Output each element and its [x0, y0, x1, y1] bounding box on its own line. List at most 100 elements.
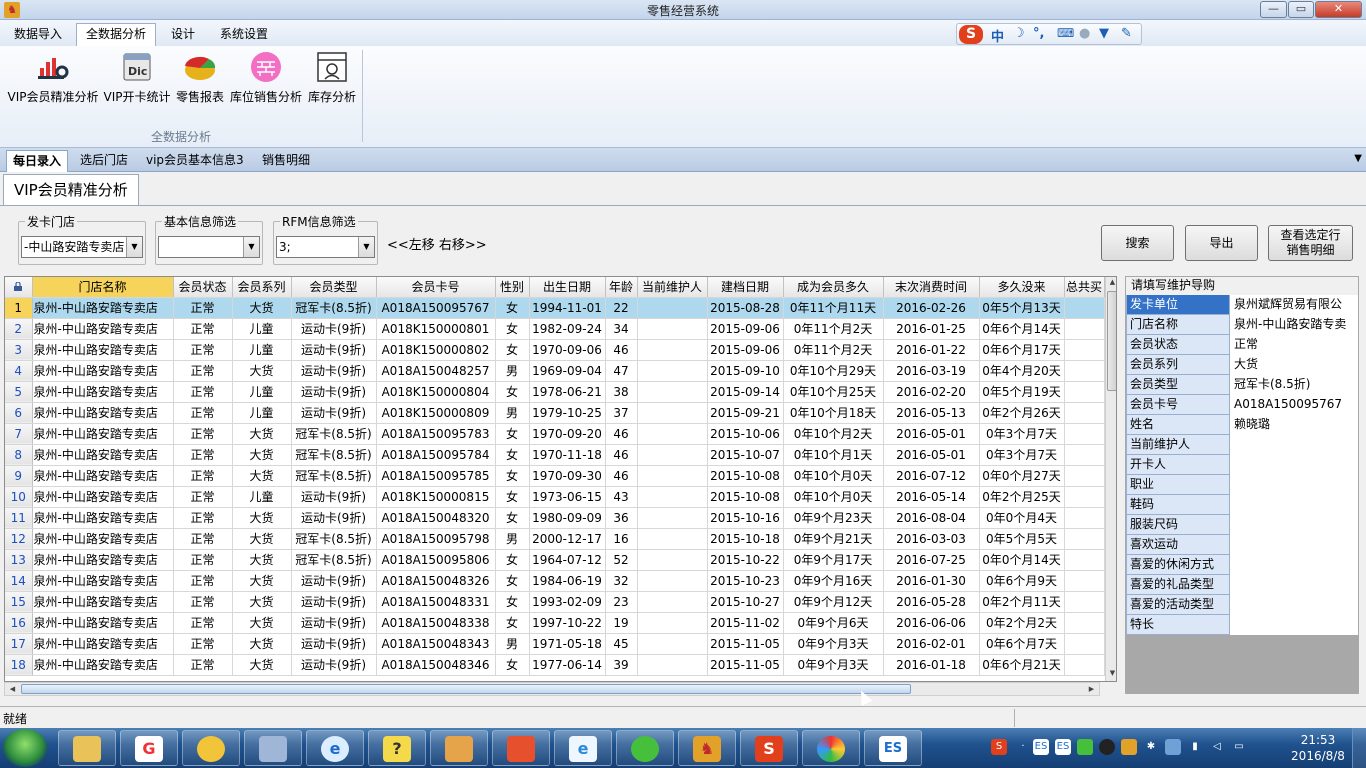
lock-icon[interactable] [5, 277, 33, 298]
table-cell[interactable] [1064, 654, 1105, 676]
table-cell[interactable] [637, 360, 708, 382]
location-sales-analysis-button[interactable]: 库位销售分析 [228, 50, 304, 110]
table-cell[interactable] [637, 528, 708, 550]
table-cell[interactable]: 0年6个月7天 [979, 633, 1065, 655]
table-cell[interactable]: 2016-01-22 [883, 339, 980, 361]
table-cell[interactable]: 冠军卡(8.5折) [291, 423, 377, 445]
table-cell[interactable]: 2015-10-07 [707, 444, 784, 466]
table-cell[interactable] [637, 591, 708, 613]
table-cell[interactable]: 19 [605, 612, 638, 634]
table-cell[interactable]: 冠军卡(8.5折) [291, 549, 377, 571]
property-row[interactable]: 姓名 赖晓璐 [1126, 415, 1358, 435]
table-cell[interactable]: 52 [605, 549, 638, 571]
table-cell[interactable]: 2016-02-01 [883, 633, 980, 655]
table-cell[interactable]: 2016-07-25 [883, 549, 980, 571]
table-cell[interactable]: 1977-06-14 [529, 654, 606, 676]
table-cell[interactable]: 0年9个月6天 [783, 612, 884, 634]
tab-selected-stores[interactable]: 选后门店 [74, 150, 134, 172]
table-cell[interactable] [1064, 528, 1105, 550]
col-header-total[interactable]: 总共买 [1064, 277, 1105, 298]
table-cell[interactable]: 女 [495, 507, 530, 529]
table-cell[interactable]: 0年11个月2天 [783, 318, 884, 340]
tray-network-icon[interactable]: ▭ [1231, 739, 1247, 755]
view-sales-detail-button[interactable]: 查看选定行 销售明细 [1268, 225, 1353, 261]
table-cell[interactable]: 0年9个月3天 [783, 633, 884, 655]
table-cell[interactable] [637, 486, 708, 508]
table-cell[interactable]: 2015-10-16 [707, 507, 784, 529]
table-cell[interactable]: 1969-09-04 [529, 360, 606, 382]
property-value[interactable]: A018A150095767 [1230, 395, 1358, 415]
user-icon[interactable]: ● [1079, 26, 1090, 41]
menu-full-analysis[interactable]: 全数据分析 [76, 23, 156, 46]
table-row[interactable]: 4 泉州-中山路安踏专卖店 正常 大货 运动卡(9折) A018A150048257 男 19… [5, 360, 1105, 382]
table-cell[interactable]: 46 [605, 423, 638, 445]
table-cell[interactable]: 正常 [173, 339, 233, 361]
table-cell[interactable]: 0年10个月25天 [783, 381, 884, 403]
table-cell[interactable]: 2016-06-06 [883, 612, 980, 634]
property-value[interactable] [1230, 455, 1358, 475]
rfm-filter-select[interactable]: 3; ▼ [276, 236, 375, 258]
table-cell[interactable]: 2015-11-05 [707, 654, 784, 676]
tray-dot-icon[interactable]: · [1015, 739, 1031, 755]
vip-precision-analysis-button[interactable]: VIP会员精准分析 [6, 50, 100, 110]
tab-sales-detail[interactable]: 销售明细 [256, 150, 316, 172]
property-row[interactable]: 喜爱的礼品类型 [1126, 575, 1358, 595]
taskbar-chrome[interactable] [802, 730, 860, 766]
col-header-series[interactable]: 会员系列 [232, 277, 292, 298]
table-cell[interactable]: 正常 [173, 297, 233, 319]
table-cell[interactable]: 2016-05-28 [883, 591, 980, 613]
chevron-down-icon[interactable]: ▼ [358, 237, 374, 257]
table-cell[interactable]: 2015-09-21 [707, 402, 784, 424]
table-cell[interactable]: A018A150095785 [376, 465, 496, 487]
property-row[interactable]: 职业 [1126, 475, 1358, 495]
table-cell[interactable]: 女 [495, 570, 530, 592]
table-cell[interactable]: 2016-05-14 [883, 486, 980, 508]
table-cell[interactable]: 大货 [232, 549, 292, 571]
taskbar-sogou[interactable]: S [740, 730, 798, 766]
table-cell[interactable]: 大货 [232, 465, 292, 487]
table-cell[interactable]: 47 [605, 360, 638, 382]
table-row[interactable]: 2 泉州-中山路安踏专卖店 正常 儿童 运动卡(9折) A018K150000801 女 19… [5, 318, 1105, 340]
property-value[interactable]: 冠军卡(8.5折) [1230, 375, 1358, 395]
table-cell[interactable]: 正常 [173, 612, 233, 634]
table-cell[interactable]: 0年6个月14天 [979, 318, 1065, 340]
table-cell[interactable]: 女 [495, 423, 530, 445]
property-value[interactable] [1230, 595, 1358, 615]
table-cell[interactable]: 23 [605, 591, 638, 613]
col-header-gender[interactable]: 性别 [495, 277, 530, 298]
table-cell[interactable]: A018A150048346 [376, 654, 496, 676]
table-cell[interactable]: 2016-01-18 [883, 654, 980, 676]
table-row[interactable]: 17 泉州-中山路安踏专卖店 正常 大货 运动卡(9折) A018A150048343 男 1… [5, 633, 1105, 655]
table-cell[interactable]: 运动卡(9折) [291, 339, 377, 361]
table-cell[interactable]: 1970-09-20 [529, 423, 606, 445]
table-cell[interactable]: A018K150000802 [376, 339, 496, 361]
table-cell[interactable]: 女 [495, 591, 530, 613]
table-cell[interactable]: 运动卡(9折) [291, 486, 377, 508]
row-number-cell[interactable]: 16 [5, 612, 33, 634]
table-row[interactable]: 12 泉州-中山路安踏专卖店 正常 大货 冠军卡(8.5折) A018A150095798… [5, 528, 1105, 550]
table-cell[interactable]: 泉州-中山路安踏专卖店 [32, 612, 174, 634]
table-cell[interactable]: 1980-09-09 [529, 507, 606, 529]
table-cell[interactable]: 0年0个月14天 [979, 549, 1065, 571]
export-button[interactable]: 导出 [1185, 225, 1258, 261]
table-cell[interactable]: 0年0个月27天 [979, 465, 1065, 487]
property-value[interactable]: 大货 [1230, 355, 1358, 375]
table-cell[interactable]: 45 [605, 633, 638, 655]
row-number-cell[interactable]: 11 [5, 507, 33, 529]
table-cell[interactable]: 0年9个月21天 [783, 528, 884, 550]
table-cell[interactable]: 运动卡(9折) [291, 507, 377, 529]
tray-wechat-icon[interactable] [1077, 739, 1093, 755]
table-cell[interactable]: 0年9个月23天 [783, 507, 884, 529]
table-cell[interactable]: 0年11个月11天 [783, 297, 884, 319]
property-row[interactable]: 喜爱的活动类型 [1126, 595, 1358, 615]
table-cell[interactable] [1064, 612, 1105, 634]
property-row[interactable]: 会员状态 正常 [1126, 335, 1358, 355]
tray-flag-icon[interactable] [1165, 739, 1181, 755]
chevron-down-icon[interactable]: ▼ [126, 237, 142, 257]
table-cell[interactable]: 正常 [173, 381, 233, 403]
table-cell[interactable]: 男 [495, 360, 530, 382]
table-cell[interactable]: 女 [495, 339, 530, 361]
table-cell[interactable]: 32 [605, 570, 638, 592]
table-cell[interactable]: 女 [495, 549, 530, 571]
taskbar-slides[interactable] [492, 730, 550, 766]
